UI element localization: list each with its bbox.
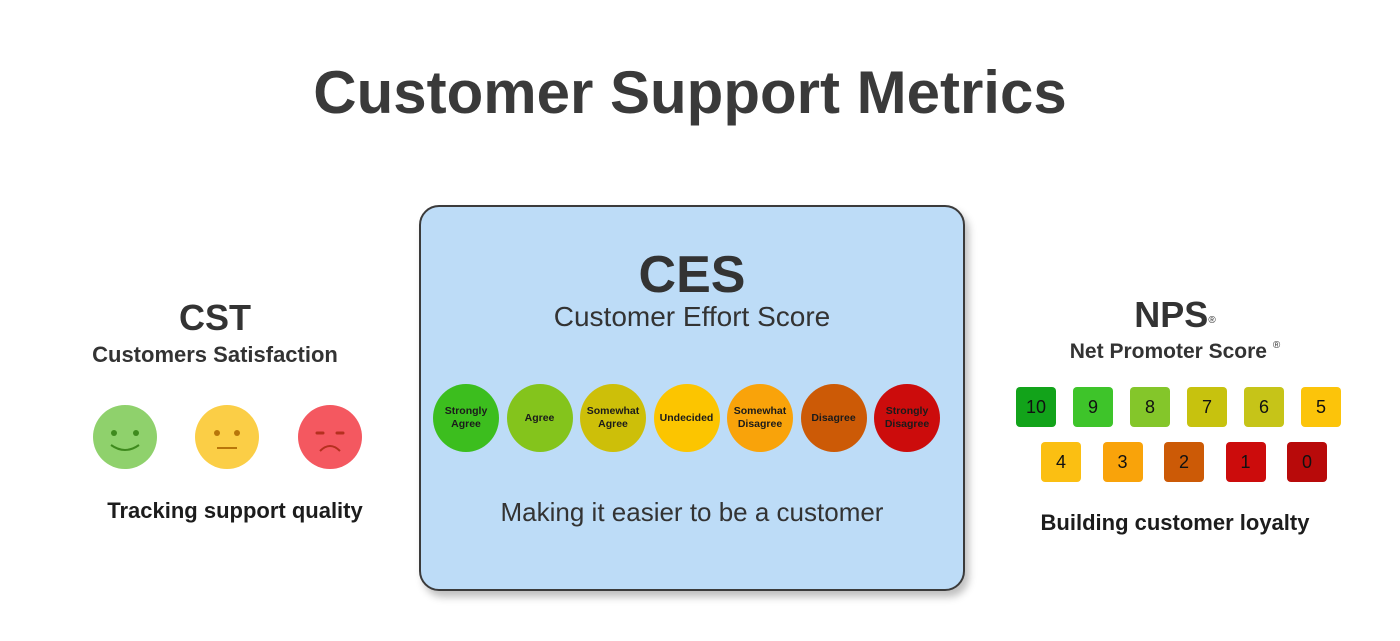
ces-abbr: CES — [638, 246, 746, 304]
nps-score-box: 6 — [1244, 387, 1284, 427]
nps-score-value: 0 — [1301, 451, 1312, 472]
ces-option: Somewhat Agree — [580, 384, 646, 452]
nps-score-value: 7 — [1201, 396, 1212, 417]
ces-full-name: Customer Effort Score — [553, 301, 831, 332]
nps-score-box: 2 — [1164, 442, 1204, 482]
nps-score-box: 8 — [1130, 387, 1170, 427]
nps-score-value: 5 — [1315, 396, 1326, 417]
ces-option-label: Strongly Agree — [444, 405, 488, 430]
ces-option-label: Disagree — [811, 411, 856, 424]
nps-score-value: 4 — [1055, 451, 1066, 472]
happy-face-icon — [93, 405, 157, 469]
ces-option: Strongly Disagree — [874, 384, 940, 452]
ces-option-label: Undecided — [659, 411, 714, 424]
ces-tagline: Making it easier to be a customer — [500, 497, 884, 527]
ces-option-label: Strongly Disagree — [884, 405, 930, 430]
nps-tagline: Building customer loyalty — [1040, 510, 1310, 535]
cst-panel: CST Customers Satisfaction — [60, 290, 370, 368]
nps-score-value: 8 — [1144, 396, 1155, 417]
nps-score-box: 0 — [1287, 442, 1327, 482]
ces-option: Undecided — [653, 384, 720, 452]
registered-mark-icon: ® — [1272, 340, 1281, 351]
cst-full-name: Customers Satisfaction — [92, 342, 338, 367]
nps-abbr-text: NPS — [1134, 294, 1209, 335]
ces-card: CES Customer Effort Score Strongly Agree… — [419, 205, 965, 591]
nps-score-box: 9 — [1073, 387, 1113, 427]
nps-full-name: Net Promoter Score ® — [1010, 340, 1340, 364]
nps-score-value: 6 — [1258, 396, 1269, 417]
ces-scale: Strongly Agree Agree Somewhat Agree Undecid… — [433, 384, 953, 452]
nps-score-box: 3 — [1102, 442, 1143, 482]
nps-panel: NPS® Net Promoter Score ® — [1010, 292, 1340, 364]
nps-score-box: 5 — [1301, 387, 1341, 427]
ces-option-label: Agree — [524, 411, 555, 424]
nps-score-value: 2 — [1178, 451, 1189, 472]
neutral-face-icon — [195, 405, 259, 469]
registered-mark-icon: ® — [1208, 315, 1216, 326]
page-title: Customer Support Metrics — [313, 59, 1067, 126]
nps-score-box: 10 — [1016, 387, 1056, 427]
ces-option: Strongly Agree — [433, 384, 499, 452]
nps-full-text: Net Promoter Score — [1069, 340, 1267, 363]
nps-score-box: 4 — [1041, 442, 1081, 482]
ces-option: Agree — [506, 384, 573, 452]
nps-score-value: 9 — [1087, 396, 1098, 417]
cst-tagline: Tracking support quality — [107, 498, 363, 523]
sad-face-icon — [298, 405, 362, 469]
nps-score-box: 7 — [1187, 387, 1227, 427]
ces-option: Somewhat Disagree — [727, 384, 793, 452]
nps-score-value: 1 — [1240, 451, 1251, 472]
nps-score-box: 1 — [1225, 442, 1266, 482]
ces-option: Disagree — [800, 384, 867, 452]
ces-option-label: Somewhat Agree — [586, 405, 640, 430]
satisfaction-faces — [93, 405, 363, 471]
cst-abbr: CST — [179, 297, 251, 338]
ces-option-label: Somewhat Disagree — [733, 405, 787, 430]
nps-score-value: 10 — [1025, 396, 1047, 417]
nps-abbr: NPS® — [1010, 292, 1340, 338]
nps-score-value: 3 — [1117, 451, 1128, 472]
